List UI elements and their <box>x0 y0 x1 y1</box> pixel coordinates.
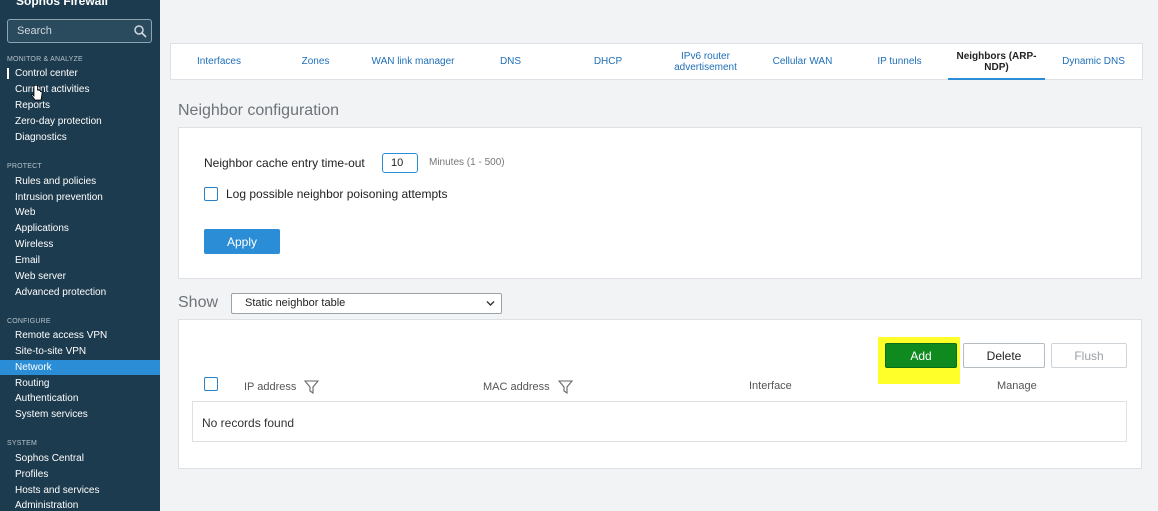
sidebar-item-diagnostics[interactable]: Diagnostics <box>0 130 160 145</box>
add-button[interactable]: Add <box>885 343 957 368</box>
show-table-select[interactable]: Static neighbor table <box>231 293 502 314</box>
tab-ip-tunnels[interactable]: IP tunnels <box>851 44 948 79</box>
section-system: SYSTEM <box>7 440 37 447</box>
tab-ipv6-router-advertisement[interactable]: IPv6 router advertisement <box>657 44 754 79</box>
header-user-info: · <box>1012 0 1015 3</box>
search-input[interactable] <box>8 25 130 37</box>
column-manage: Manage <box>997 380 1037 392</box>
network-tabs: Interfaces Zones WAN link manager DNS DH… <box>170 43 1143 80</box>
apply-button[interactable]: Apply <box>204 229 280 254</box>
sidebar-item-network[interactable]: Network <box>0 360 160 375</box>
timeout-input[interactable] <box>382 153 418 173</box>
sidebar-item-applications[interactable]: Applications <box>0 221 160 236</box>
sidebar-item-control-center[interactable]: Control center <box>0 66 160 81</box>
mouse-pointer-icon <box>31 85 43 101</box>
sidebar-item-remote-access-vpn[interactable]: Remote access VPN <box>0 328 160 343</box>
search-icon[interactable] <box>133 24 147 38</box>
delete-button[interactable]: Delete <box>963 343 1045 368</box>
log-poisoning-checkbox[interactable] <box>204 187 218 201</box>
sidebar-item-profiles[interactable]: Profiles <box>0 467 160 482</box>
select-all-checkbox[interactable] <box>204 377 218 391</box>
log-poisoning-row: Log possible neighbor poisoning attempts <box>204 187 447 201</box>
tab-cellular-wan[interactable]: Cellular WAN <box>754 44 851 79</box>
neighbor-configuration-heading: Neighbor configuration <box>178 102 339 119</box>
sidebar: Sophos Firewall MONITOR & ANALYZE Contro… <box>0 0 160 511</box>
column-ip-address: IP address <box>244 380 320 394</box>
column-ip-address-label: IP address <box>244 381 297 393</box>
tab-dns[interactable]: DNS <box>462 44 559 79</box>
sidebar-item-routing[interactable]: Routing <box>0 376 160 391</box>
neighbor-config-card: Neighbor cache entry time-out Minutes (1… <box>178 127 1142 279</box>
section-protect: PROTECT <box>7 163 42 170</box>
show-label: Show <box>178 294 219 311</box>
no-records-text: No records found <box>202 416 295 430</box>
sidebar-item-hosts-and-services[interactable]: Hosts and services <box>0 483 160 498</box>
sidebar-item-site-to-site-vpn[interactable]: Site-to-site VPN <box>0 344 160 359</box>
show-select-value: Static neighbor table <box>245 297 346 309</box>
sidebar-item-reports[interactable]: Reports <box>0 98 160 113</box>
brand-title: Sophos Firewall <box>16 0 109 8</box>
filter-icon[interactable] <box>557 380 573 394</box>
sidebar-item-web-server[interactable]: Web server <box>0 269 160 284</box>
neighbor-table-card <box>178 319 1142 469</box>
tab-interfaces[interactable]: Interfaces <box>171 44 267 79</box>
sidebar-item-rules-and-policies[interactable]: Rules and policies <box>0 174 160 189</box>
tab-dhcp[interactable]: DHCP <box>559 44 657 79</box>
sidebar-item-advanced-protection[interactable]: Advanced protection <box>0 285 160 300</box>
tab-wan-link-manager[interactable]: WAN link manager <box>364 44 462 79</box>
timeout-label: Neighbor cache entry time-out <box>204 156 365 170</box>
column-mac-address: MAC address <box>483 380 573 394</box>
sidebar-item-sophos-central[interactable]: Sophos Central <box>0 451 160 466</box>
flush-button[interactable]: Flush <box>1051 343 1127 368</box>
timeout-hint: Minutes (1 - 500) <box>429 157 505 168</box>
tab-zones[interactable]: Zones <box>267 44 364 79</box>
sidebar-item-authentication[interactable]: Authentication <box>0 391 160 406</box>
tab-dynamic-dns[interactable]: Dynamic DNS <box>1045 44 1142 79</box>
section-configure: CONFIGURE <box>7 318 51 325</box>
sidebar-item-administration[interactable]: Administration <box>0 498 160 511</box>
sidebar-item-intrusion-prevention[interactable]: Intrusion prevention <box>0 190 160 205</box>
table-body: No records found <box>192 401 1127 442</box>
sidebar-item-system-services[interactable]: System services <box>0 407 160 422</box>
column-interface: Interface <box>749 380 792 392</box>
sidebar-item-zero-day-protection[interactable]: Zero-day protection <box>0 114 160 129</box>
tab-neighbors-arp-ndp[interactable]: Neighbors (ARP-NDP) <box>948 44 1045 80</box>
sidebar-item-current-activities[interactable]: Current activities <box>0 82 160 97</box>
filter-icon[interactable] <box>304 380 320 394</box>
sidebar-item-web[interactable]: Web <box>0 205 160 220</box>
sidebar-item-wireless[interactable]: Wireless <box>0 237 160 252</box>
chevron-down-icon <box>486 301 495 306</box>
log-poisoning-label: Log possible neighbor poisoning attempts <box>226 187 448 201</box>
sidebar-item-email[interactable]: Email <box>0 253 160 268</box>
section-monitor-analyze: MONITOR & ANALYZE <box>7 56 83 63</box>
column-mac-address-label: MAC address <box>483 381 550 393</box>
search-box[interactable] <box>7 19 152 43</box>
